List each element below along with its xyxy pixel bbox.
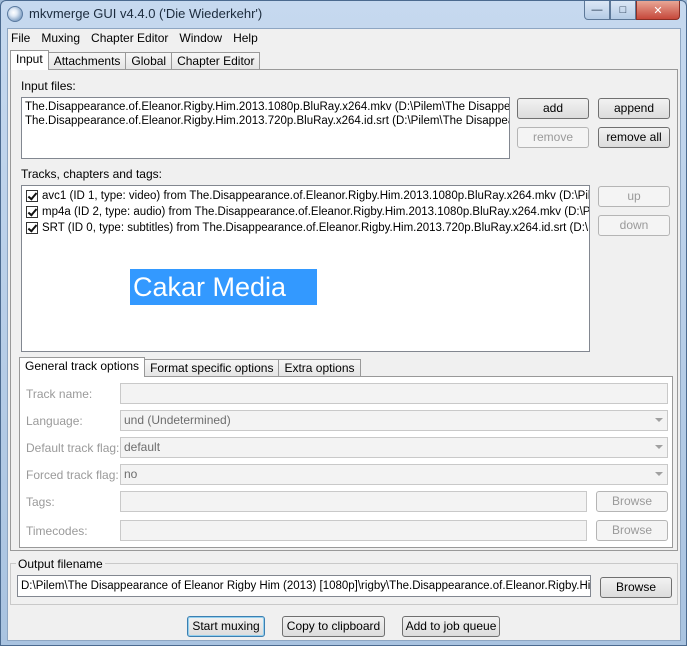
- menu-help[interactable]: Help: [230, 29, 266, 48]
- tab-global[interactable]: Global: [125, 52, 173, 70]
- chevron-down-icon: [655, 472, 663, 476]
- tags-browse-button[interactable]: Browse: [596, 491, 668, 512]
- track-row[interactable]: mp4a (ID 2, type: audio) from The.Disapp…: [22, 204, 589, 220]
- tags-label: Tags:: [26, 495, 55, 509]
- input-files-list[interactable]: The.Disappearance.of.Eleanor.Rigby.Him.2…: [21, 97, 510, 159]
- menu-file[interactable]: File: [8, 29, 38, 48]
- tab-extra-options[interactable]: Extra options: [278, 359, 361, 377]
- track-name-input[interactable]: [120, 383, 668, 404]
- track-checkbox[interactable]: [26, 206, 38, 218]
- tab-general-track-options[interactable]: General track options: [19, 357, 146, 377]
- default-flag-value: default: [124, 440, 161, 454]
- language-value: und (Undetermined): [124, 413, 231, 427]
- minimize-button[interactable]: —: [584, 1, 610, 20]
- track-name-label: Track name:: [26, 387, 93, 401]
- append-button[interactable]: append: [598, 98, 670, 119]
- window-title: mkvmerge GUI v4.4.0 ('Die Wiederkehr'): [29, 6, 263, 21]
- tab-input[interactable]: Input: [10, 50, 49, 70]
- input-tab-panel: Input files: The.Disappearance.of.Eleano…: [10, 69, 678, 551]
- track-label: mp4a (ID 2, type: audio) from The.Disapp…: [42, 206, 590, 218]
- track-row[interactable]: SRT (ID 0, type: subtitles) from The.Dis…: [22, 220, 589, 236]
- forced-flag-value: no: [124, 467, 138, 481]
- track-checkbox[interactable]: [26, 190, 38, 202]
- language-select[interactable]: und (Undetermined): [120, 410, 668, 431]
- tab-format-specific-options[interactable]: Format specific options: [144, 359, 280, 377]
- up-button[interactable]: up: [598, 186, 670, 207]
- default-flag-select[interactable]: default: [120, 437, 668, 458]
- chevron-down-icon: [655, 445, 663, 449]
- output-filename-label: Output filename: [16, 557, 105, 571]
- add-button[interactable]: add: [517, 98, 589, 119]
- watermark-text: Cakar Media: [130, 269, 317, 305]
- menu-muxing[interactable]: Muxing: [38, 29, 88, 48]
- remove-button[interactable]: remove: [517, 127, 589, 148]
- tab-attachments[interactable]: Attachments: [47, 52, 127, 70]
- tags-input[interactable]: [120, 491, 587, 512]
- timecodes-label: Timecodes:: [26, 524, 88, 538]
- forced-flag-select[interactable]: no: [120, 464, 668, 485]
- add-to-job-queue-button[interactable]: Add to job queue: [402, 616, 500, 637]
- language-label: Language:: [26, 414, 83, 428]
- menu-chapter-editor[interactable]: Chapter Editor: [88, 29, 176, 48]
- copy-to-clipboard-button[interactable]: Copy to clipboard: [282, 616, 385, 637]
- tab-chapter-editor[interactable]: Chapter Editor: [171, 52, 261, 70]
- menu-bar: File Muxing Chapter Editor Window Help: [8, 29, 680, 48]
- track-checkbox[interactable]: [26, 222, 38, 234]
- track-label: avc1 (ID 1, type: video) from The.Disapp…: [42, 190, 590, 202]
- menu-window[interactable]: Window: [176, 29, 230, 48]
- timecodes-browse-button[interactable]: Browse: [596, 520, 668, 541]
- input-file-item[interactable]: The.Disappearance.of.Eleanor.Rigby.Him.2…: [22, 114, 509, 128]
- output-browse-button[interactable]: Browse: [600, 577, 672, 598]
- forced-flag-label: Forced track flag:: [26, 468, 119, 482]
- start-muxing-button[interactable]: Start muxing: [187, 616, 265, 637]
- track-label: SRT (ID 0, type: subtitles) from The.Dis…: [42, 222, 590, 234]
- input-files-label: Input files:: [21, 79, 76, 93]
- default-flag-label: Default track flag:: [26, 441, 120, 455]
- chevron-down-icon: [655, 418, 663, 422]
- remove-all-button[interactable]: remove all: [598, 127, 670, 148]
- timecodes-input[interactable]: [120, 520, 587, 541]
- track-options-panel: Track name: Language: und (Undetermined)…: [19, 376, 673, 548]
- app-icon: [7, 6, 23, 22]
- track-row[interactable]: avc1 (ID 1, type: video) from The.Disapp…: [22, 188, 589, 204]
- client-area: File Muxing Chapter Editor Window Help I…: [7, 28, 681, 641]
- title-bar[interactable]: mkvmerge GUI v4.4.0 ('Die Wiederkehr') —…: [1, 1, 686, 27]
- down-button[interactable]: down: [598, 215, 670, 236]
- close-button[interactable]: ✕: [636, 1, 680, 20]
- output-filename-input[interactable]: D:\Pilem\The Disappearance of Eleanor Ri…: [17, 575, 591, 597]
- main-window: mkvmerge GUI v4.4.0 ('Die Wiederkehr') —…: [0, 0, 687, 646]
- input-file-item[interactable]: The.Disappearance.of.Eleanor.Rigby.Him.2…: [22, 100, 509, 114]
- maximize-button[interactable]: □: [610, 1, 636, 20]
- tracks-label: Tracks, chapters and tags:: [21, 167, 162, 181]
